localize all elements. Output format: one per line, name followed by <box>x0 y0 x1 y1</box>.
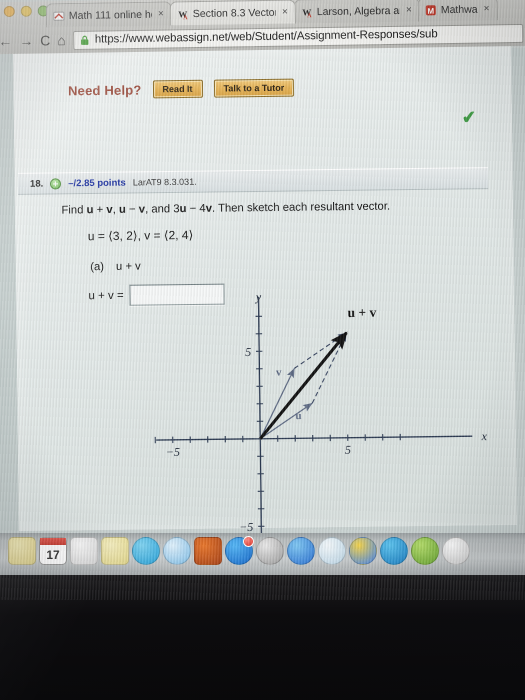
x-tick-label: −5 <box>166 445 180 459</box>
browser-tab-3[interactable]: W A Larson, Algebra and × <box>293 0 420 24</box>
vector-plot-svg: −5 5 5 −5 u v u + v x y <box>154 290 488 545</box>
browser-tab-4[interactable]: M Mathwa × <box>417 0 498 22</box>
back-icon[interactable]: ← <box>0 33 12 49</box>
part-a-letter: (a) <box>90 261 105 274</box>
svg-text:M: M <box>427 6 434 15</box>
vector-label-u: u <box>295 410 301 422</box>
dock-icon-color-wheel[interactable] <box>442 537 470 565</box>
vector-u_plus_v <box>259 331 348 440</box>
need-help-label: Need Help? <box>67 81 142 98</box>
vector-graph: −5 5 5 −5 u v u + v x y <box>148 286 501 550</box>
macos-dock: 17 <box>0 533 525 575</box>
plot-axes <box>154 296 473 545</box>
dock-icon-evernote[interactable] <box>411 537 439 565</box>
tab-title: Mathwa <box>440 3 478 16</box>
home-icon[interactable]: ⌂ <box>57 32 66 48</box>
dock-icon-twitter[interactable] <box>380 537 408 565</box>
screenshot-root: Need Help? Read It Talk to a Tutor ✔ 18.… <box>0 0 525 700</box>
question-number: 18. <box>29 178 44 190</box>
need-help-section: Need Help? Read It Talk to a Tutor <box>67 78 295 100</box>
dock-icon-calendar[interactable]: 17 <box>39 537 67 565</box>
plus-circle-icon[interactable] <box>50 177 62 189</box>
close-tab-icon[interactable]: × <box>483 3 489 14</box>
forward-icon[interactable]: → <box>19 33 33 49</box>
webassign-icon: WA <box>302 7 312 18</box>
webpage-content: Need Help? Read It Talk to a Tutor ✔ 18.… <box>0 44 525 600</box>
tab-title: Math 111 online hor <box>68 8 153 22</box>
calendar-date: 17 <box>46 547 60 562</box>
tab-title: Section 8.3 Vectors <box>192 6 277 20</box>
part-a: (a) u + v <box>90 257 482 274</box>
dock-icon-airdrop[interactable] <box>318 537 346 565</box>
close-tab-icon[interactable]: × <box>282 7 288 18</box>
given-vectors: u = ⟨3, 2⟩, v = ⟨2, 4⟩ <box>87 228 194 244</box>
part-a-expression: u + v <box>115 260 141 274</box>
dock-icon-system-preferences[interactable] <box>256 537 284 565</box>
y-tick-label: −5 <box>239 520 253 534</box>
plot-vector-labels: u v u + v <box>276 305 377 422</box>
talk-to-a-tutor-button[interactable]: Talk to a Tutor <box>213 78 295 98</box>
tab-title: Larson, Algebra and <box>316 4 401 18</box>
close-tab-icon[interactable]: × <box>406 5 412 16</box>
vector-label-v: v <box>276 367 282 379</box>
close-tab-icon[interactable]: × <box>158 9 164 20</box>
dock-icon-chrome[interactable] <box>349 537 377 565</box>
vector-label-u_plus_v: u + v <box>348 305 377 320</box>
mathway-icon: M <box>425 4 436 15</box>
dock-icon-ibooks[interactable] <box>194 537 222 565</box>
y-axis-label: y <box>255 290 262 304</box>
dock-icon-app-store[interactable] <box>225 536 254 565</box>
svg-text:A: A <box>183 15 188 20</box>
y-tick-label: 5 <box>245 345 251 359</box>
browser-chrome: Math 111 online hor × W A Section 8.3 Vector… <box>0 0 525 55</box>
laptop-bezel: MacBook Pro <box>0 575 525 700</box>
window-traffic-lights <box>3 5 49 18</box>
webassign-icon: WA <box>178 9 188 20</box>
dock-icon-messages[interactable] <box>132 537 160 565</box>
browser-tab-1[interactable]: Math 111 online hor × <box>45 1 173 28</box>
dock-icon-itunes[interactable] <box>287 537 315 565</box>
dock-badge <box>243 536 254 547</box>
padlock-icon <box>80 35 89 45</box>
dock-icon-notes[interactable] <box>101 537 129 565</box>
dock-icon-stickies[interactable] <box>8 537 36 565</box>
minimize-window-button[interactable] <box>20 5 32 17</box>
laptop-screen: Need Help? Read It Talk to a Tutor ✔ 18.… <box>0 0 525 600</box>
x-tick-label: 5 <box>345 443 351 457</box>
reload-icon[interactable]: C <box>40 32 50 48</box>
question-points: –/2.85 points <box>68 177 126 189</box>
browser-tab-2[interactable]: W A Section 8.3 Vectors × <box>169 0 296 26</box>
x-axis-label: x <box>480 429 487 443</box>
read-it-button[interactable]: Read It <box>152 79 203 99</box>
correct-checkmark-icon: ✔ <box>460 107 478 128</box>
math-notebook-icon <box>53 11 65 21</box>
question-code: LarAT9 8.3.031. <box>132 176 197 188</box>
svg-text:A: A <box>307 13 312 18</box>
dock-icon-reminders[interactable] <box>70 537 98 565</box>
address-bar-url: https://www.webassign.net/web/Student/As… <box>94 28 438 46</box>
dock-icon-safari[interactable] <box>163 537 191 565</box>
plot-vectors <box>259 331 348 440</box>
answer-label: u + v = <box>88 289 124 303</box>
close-window-button[interactable] <box>3 5 15 18</box>
address-bar[interactable]: https://www.webassign.net/web/Student/As… <box>72 23 524 50</box>
calendar-header <box>40 538 66 545</box>
